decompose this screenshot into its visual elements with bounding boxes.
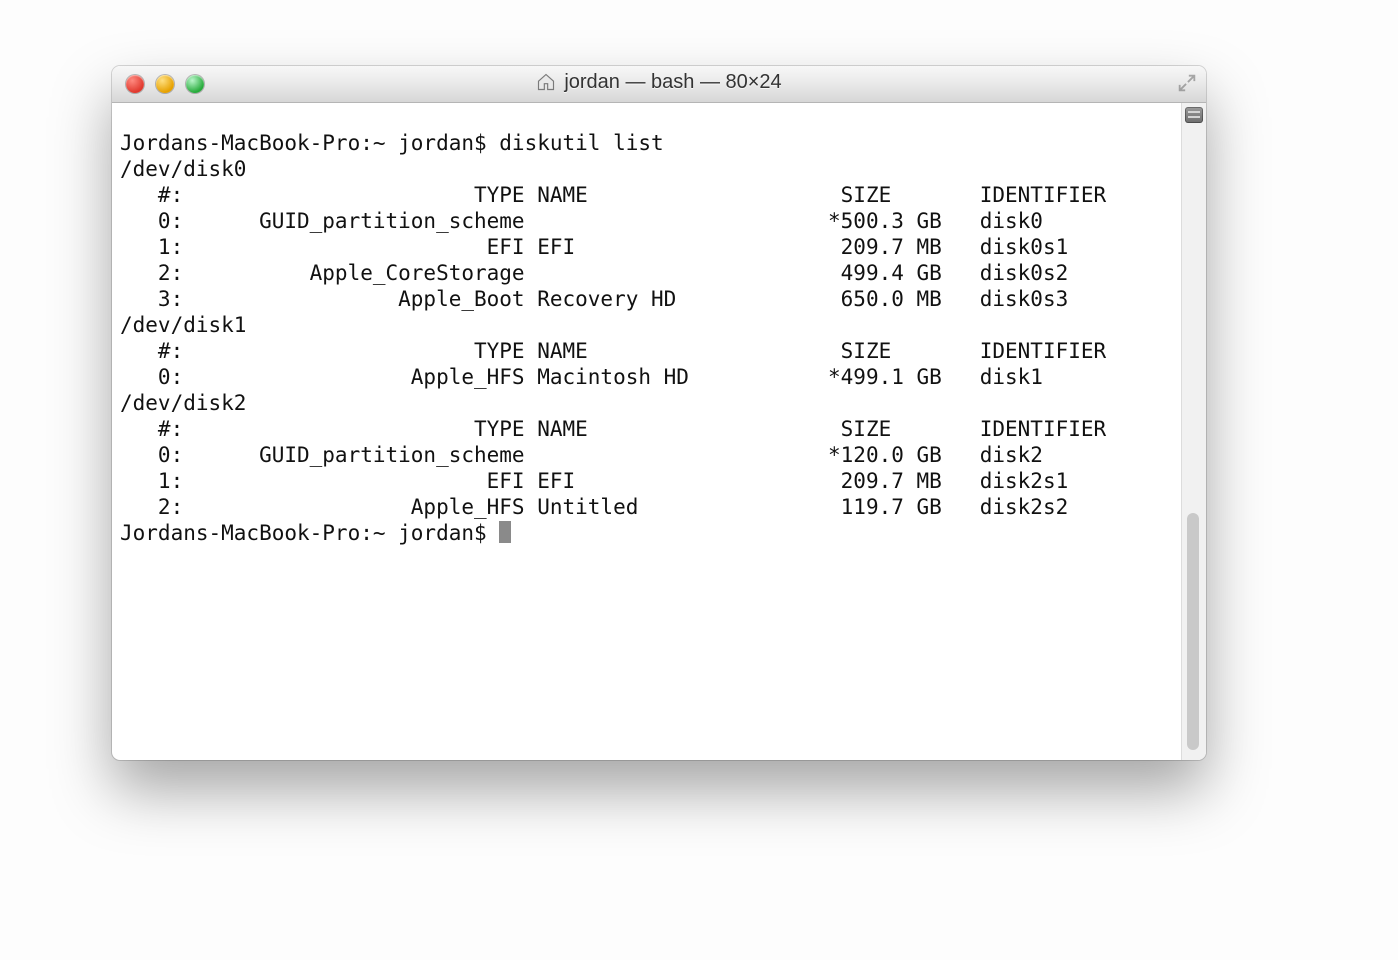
fullscreen-icon[interactable] bbox=[1176, 72, 1198, 94]
close-button[interactable] bbox=[126, 75, 144, 93]
terminal-window: jordan — bash — 80×24 Jordans-MacBook-Pr… bbox=[112, 66, 1206, 760]
scrollbar[interactable] bbox=[1181, 103, 1206, 760]
scrollbar-thumb[interactable] bbox=[1187, 513, 1199, 750]
zoom-button[interactable] bbox=[186, 75, 204, 93]
window-title: jordan — bash — 80×24 bbox=[564, 71, 781, 94]
home-icon bbox=[536, 72, 556, 92]
minimize-button[interactable] bbox=[156, 75, 174, 93]
terminal-output[interactable]: Jordans-MacBook-Pro:~ jordan$ diskutil l… bbox=[112, 124, 1181, 739]
scroll-indicator-icon bbox=[1185, 107, 1203, 123]
traffic-lights bbox=[112, 75, 204, 93]
titlebar[interactable]: jordan — bash — 80×24 bbox=[112, 66, 1206, 103]
cursor bbox=[499, 521, 511, 543]
